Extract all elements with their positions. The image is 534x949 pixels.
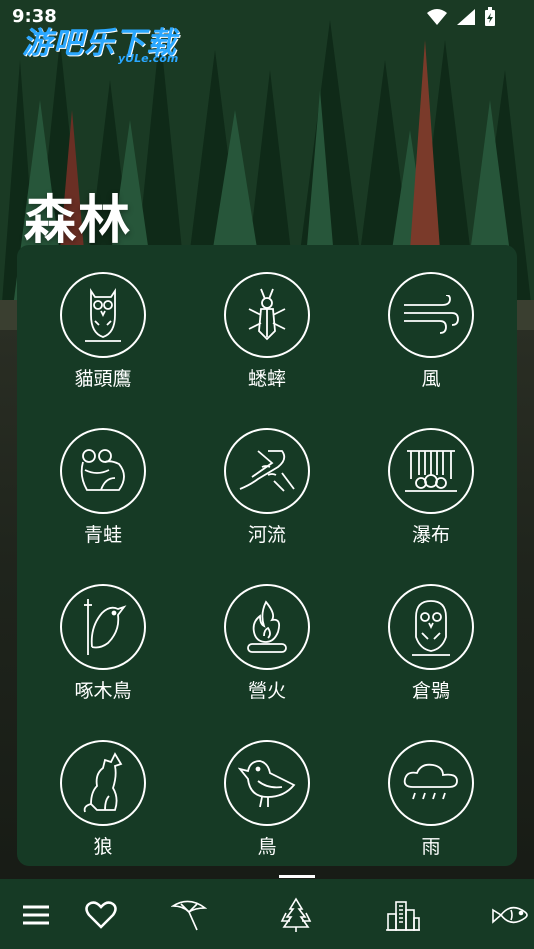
sound-label: 鳥	[257, 836, 277, 858]
nav-forest[interactable]	[274, 893, 318, 937]
nav-ocean[interactable]	[488, 893, 532, 937]
sound-panel: 貓頭鷹 蟋蟀 風 青蛙 河流 瀑布 啄木鳥 營火 倉鴞 狼 鳥 雨	[17, 245, 517, 866]
sound-label: 營火	[247, 680, 286, 702]
campfire-icon	[247, 600, 287, 653]
sound-label: 河流	[247, 524, 286, 546]
sound-label: 雨	[421, 836, 441, 858]
frog-icon	[80, 449, 125, 491]
sound-item-wolf[interactable]: 狼	[23, 740, 183, 880]
nav-beach[interactable]	[167, 893, 211, 937]
heart-icon	[85, 901, 117, 929]
status-icons	[426, 7, 496, 27]
sound-item-woodpecker[interactable]: 啄木鳥	[23, 584, 183, 724]
bird-icon	[238, 760, 296, 808]
sound-label: 風	[421, 368, 441, 390]
sound-item-rain[interactable]: 雨	[351, 740, 511, 880]
barn-owl-icon	[412, 600, 450, 656]
sound-label: 蟋蟀	[247, 368, 286, 390]
waterfall-icon	[405, 450, 457, 492]
sound-label: 瀑布	[411, 524, 450, 546]
forest-icon	[280, 897, 312, 932]
sound-item-river[interactable]: 河流	[187, 428, 347, 568]
nav-city[interactable]	[381, 893, 425, 937]
sound-item-waterfall[interactable]: 瀑布	[351, 428, 511, 568]
page-title: 森林	[24, 191, 133, 251]
sound-item-barn-owl[interactable]: 倉鴞	[351, 584, 511, 724]
signal-icon	[457, 9, 475, 25]
sound-label: 貓頭鷹	[74, 368, 132, 390]
wifi-icon	[427, 9, 447, 25]
bottom-nav-bar	[0, 879, 534, 949]
sound-item-wind[interactable]: 風	[351, 272, 511, 412]
wolf-icon	[83, 752, 123, 813]
beach-umbrella-icon	[171, 900, 207, 931]
watermark-subtext: yULe.com	[118, 52, 179, 65]
cricket-icon	[248, 288, 286, 341]
sound-item-bird[interactable]: 鳥	[187, 740, 347, 880]
sound-grid: 貓頭鷹 蟋蟀 風 青蛙 河流 瀑布 啄木鳥 營火 倉鴞 狼 鳥 雨	[17, 245, 517, 866]
wind-icon	[404, 295, 459, 334]
woodpecker-icon	[84, 599, 127, 655]
sound-label: 青蛙	[83, 524, 122, 546]
nav-menu[interactable]	[14, 893, 58, 937]
battery-icon	[485, 7, 495, 26]
owl-icon	[85, 288, 121, 342]
sound-item-owl[interactable]: 貓頭鷹	[23, 272, 183, 412]
sound-item-campfire[interactable]: 營火	[187, 584, 347, 724]
fish-icon	[492, 906, 528, 924]
sound-item-cricket[interactable]: 蟋蟀	[187, 272, 347, 412]
sound-label: 倉鴞	[411, 680, 450, 702]
river-icon	[239, 450, 295, 492]
sound-label: 啄木鳥	[74, 680, 132, 702]
nav-favorites[interactable]	[79, 893, 123, 937]
rain-icon	[403, 763, 458, 800]
sound-label: 狼	[93, 836, 113, 858]
menu-icon	[23, 905, 49, 925]
sound-item-frog[interactable]: 青蛙	[23, 428, 183, 568]
city-icon	[386, 901, 420, 931]
active-tab-indicator	[279, 875, 315, 878]
